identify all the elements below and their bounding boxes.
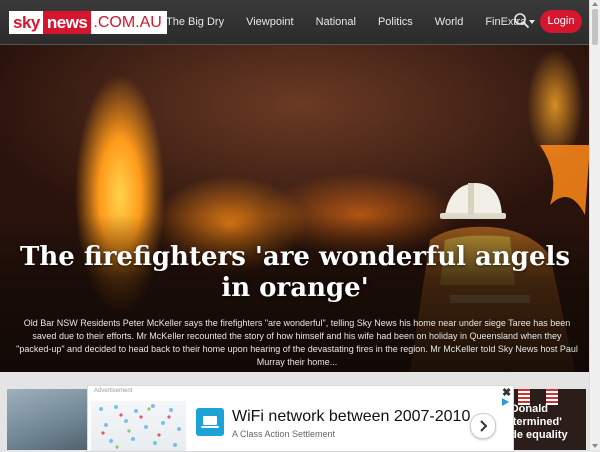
hero-summary: Old Bar NSW Residents Peter McKeller say… <box>16 318 578 367</box>
advertisement[interactable]: Advertisement ✖ WiFi network between 200… <box>87 385 514 452</box>
laptop-icon <box>196 408 224 436</box>
ad-label: Advertisement <box>94 388 133 394</box>
login-button[interactable]: Login <box>540 10 582 33</box>
hero-title[interactable]: The firefighters 'are wonderful angels i… <box>10 242 580 304</box>
ad-choices-icon[interactable] <box>501 398 510 406</box>
nav-item-the-big-dry[interactable]: The Big Dry <box>166 16 224 28</box>
sky-news-logo[interactable]: sky news .COM.AU <box>9 11 167 34</box>
vertical-scrollbar[interactable] <box>589 0 600 450</box>
ad-map-image <box>91 401 186 451</box>
scroll-down-icon[interactable] <box>592 444 598 448</box>
ad-headline[interactable]: WiFi network between 2007-2010 <box>232 408 470 426</box>
logo-sky: sky <box>9 11 43 34</box>
chevron-right-icon[interactable] <box>470 413 496 439</box>
nav-item-viewpoint[interactable]: Viewpoint <box>246 16 294 28</box>
hero-story[interactable]: The firefighters 'are wonderful angels i… <box>0 45 590 372</box>
logo-news: news <box>42 11 92 34</box>
site-header: sky news .COM.AU The Big Dry Viewpoint N… <box>0 0 590 45</box>
nav-item-politics[interactable]: Politics <box>378 16 413 28</box>
nav-item-national[interactable]: National <box>316 16 356 28</box>
search-icon[interactable] <box>513 12 531 30</box>
story-thumbnail-left[interactable] <box>7 389 91 450</box>
logo-domain: .COM.AU <box>91 11 167 34</box>
scroll-up-icon[interactable] <box>592 2 598 6</box>
scroll-thumb[interactable] <box>592 9 598 45</box>
ad-subtext: A Class Action Settlement <box>232 429 336 439</box>
nav-item-world[interactable]: World <box>435 16 464 28</box>
main-nav: The Big Dry Viewpoint National Politics … <box>166 0 536 44</box>
